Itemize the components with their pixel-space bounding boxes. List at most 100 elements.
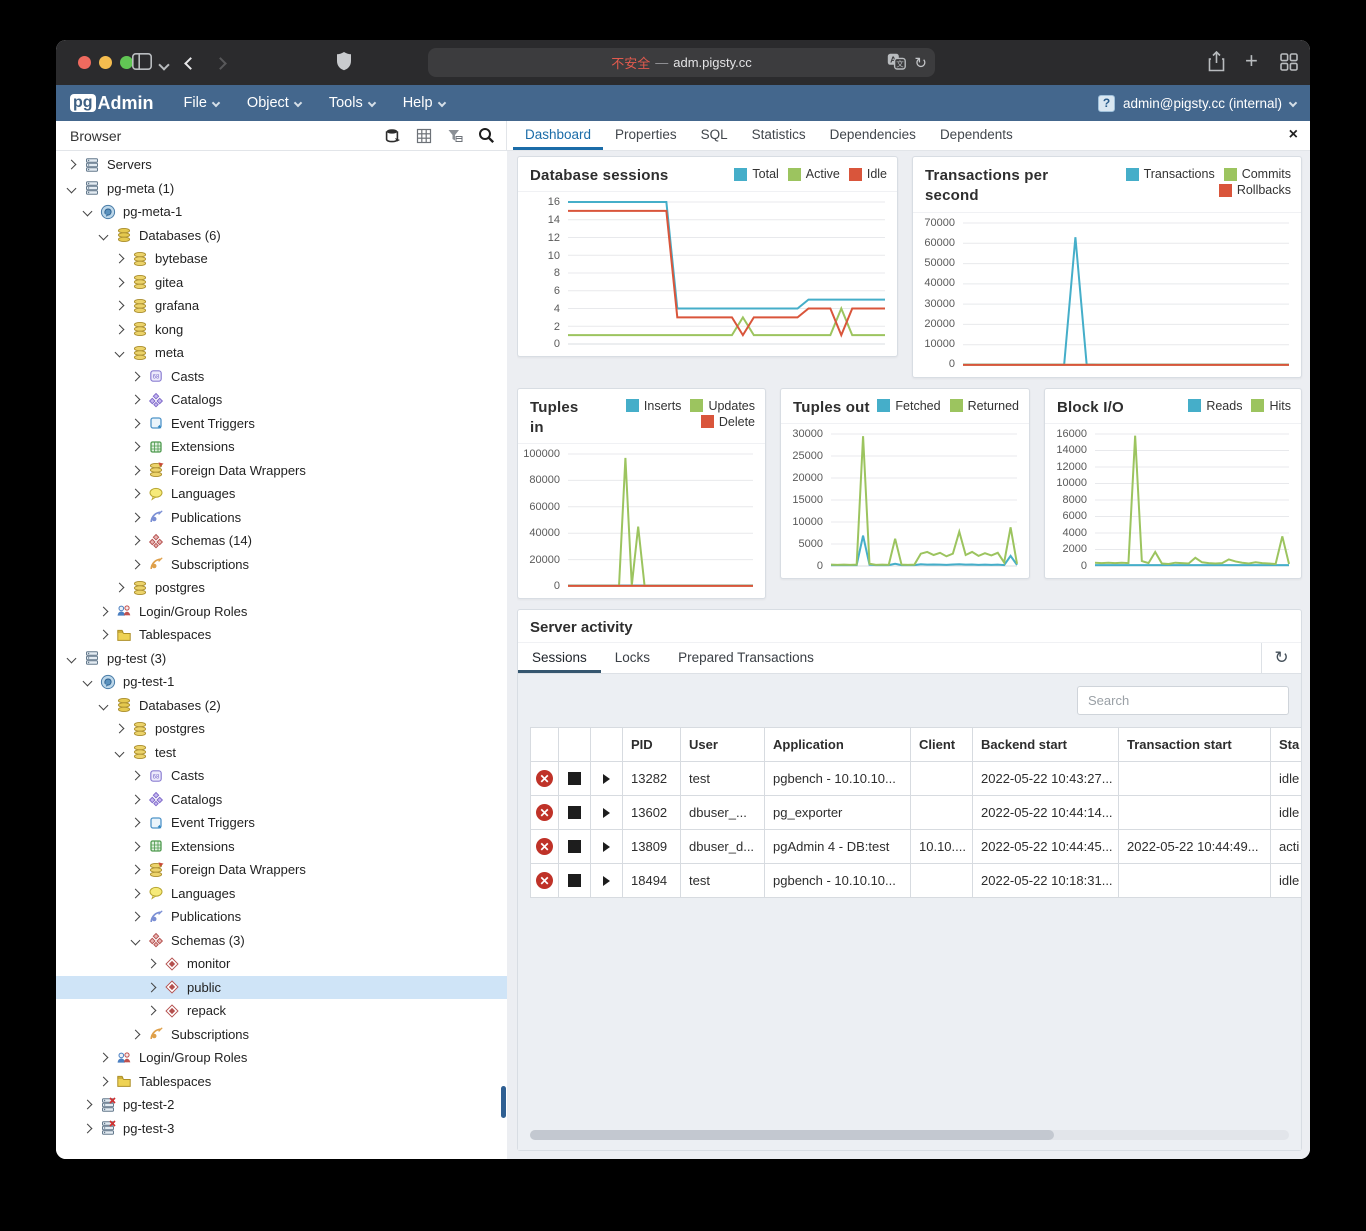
tree-item-extensions[interactable]: Extensions <box>56 835 507 859</box>
tree-item-pg-test-1[interactable]: pg-test-1 <box>56 670 507 694</box>
cancel-session-icon[interactable]: ✕ <box>536 838 553 855</box>
panel-splitter[interactable] <box>507 151 517 1159</box>
chevron-right-icon[interactable] <box>83 1123 93 1133</box>
horizontal-scrollbar[interactable] <box>530 1130 1289 1140</box>
chevron-right-icon[interactable] <box>131 794 141 804</box>
table-row[interactable]: ✕13602dbuser_...pg_exporter2022-05-22 10… <box>531 796 1301 830</box>
chevron-down-icon[interactable] <box>67 183 77 193</box>
tree-scrollbar-thumb[interactable] <box>501 1086 506 1118</box>
chevron-right-icon[interactable] <box>131 371 141 381</box>
user-menu[interactable]: admin@pigsty.cc (internal) <box>1123 96 1282 111</box>
filter-icon[interactable] <box>443 125 467 147</box>
tree-item-pg-meta-1[interactable]: pg-meta-1 <box>56 200 507 224</box>
tree-item-casts[interactable]: 68Casts <box>56 764 507 788</box>
tree-item-meta[interactable]: meta <box>56 341 507 365</box>
tab-sql[interactable]: SQL <box>689 121 740 150</box>
table-row[interactable]: ✕18494testpgbench - 10.10.10...2022-05-2… <box>531 864 1301 898</box>
tree-item-test[interactable]: test <box>56 741 507 765</box>
tree-item-kong[interactable]: kong <box>56 318 507 342</box>
tree-item-pg-test-2[interactable]: pg-test-2 <box>56 1093 507 1117</box>
chevron-right-icon[interactable] <box>147 982 157 992</box>
chevron-right-icon[interactable] <box>115 301 125 311</box>
menu-help[interactable]: Help <box>403 95 445 111</box>
menu-object[interactable]: Object <box>247 95 301 111</box>
tree-item-event-triggers[interactable]: Event Triggers <box>56 412 507 436</box>
chevron-right-icon[interactable] <box>131 559 141 569</box>
tree-item-public[interactable]: public <box>56 976 507 1000</box>
tree-item-event-triggers[interactable]: Event Triggers <box>56 811 507 835</box>
sidebar-chevron-icon[interactable] <box>160 56 168 74</box>
privacy-shield-icon[interactable] <box>336 51 352 76</box>
chevron-right-icon[interactable] <box>131 465 141 475</box>
tree-item-pg-meta-1[interactable]: pg-meta (1) <box>56 177 507 201</box>
tree-item-gitea[interactable]: gitea <box>56 271 507 295</box>
chevron-down-icon[interactable] <box>83 207 93 217</box>
terminate-session-icon[interactable] <box>568 840 581 853</box>
tree-item-repack[interactable]: repack <box>56 999 507 1023</box>
chevron-down-icon[interactable] <box>99 230 109 240</box>
table-row[interactable]: ✕13809dbuser_d...pgAdmin 4 - DB:test10.1… <box>531 830 1301 864</box>
tree-item-login-group-roles[interactable]: Login/Group Roles <box>56 1046 507 1070</box>
chevron-right-icon[interactable] <box>131 512 141 522</box>
translate-icon[interactable]: A文 <box>887 53 906 73</box>
chevron-right-icon[interactable] <box>131 865 141 875</box>
tree-item-bytebase[interactable]: bytebase <box>56 247 507 271</box>
chevron-right-icon[interactable] <box>99 1053 109 1063</box>
tree-item-pg-test-3[interactable]: pg-test (3) <box>56 647 507 671</box>
tree-item-catalogs[interactable]: Catalogs <box>56 788 507 812</box>
chevron-right-icon[interactable] <box>131 395 141 405</box>
chevron-right-icon[interactable] <box>131 536 141 546</box>
chevron-right-icon[interactable] <box>131 888 141 898</box>
reload-icon[interactable]: ↻ <box>914 54 927 72</box>
tree-item-tablespaces[interactable]: Tablespaces <box>56 1070 507 1094</box>
tree-item-databases-6[interactable]: Databases (6) <box>56 224 507 248</box>
expand-row-icon[interactable] <box>603 808 610 818</box>
terminate-session-icon[interactable] <box>568 874 581 887</box>
chevron-right-icon[interactable] <box>131 1029 141 1039</box>
tree-item-subscriptions[interactable]: Subscriptions <box>56 553 507 577</box>
chevron-right-icon[interactable] <box>99 1076 109 1086</box>
forward-icon[interactable] <box>216 55 225 73</box>
tree-item-languages[interactable]: Languages <box>56 482 507 506</box>
tree-item-postgres[interactable]: postgres <box>56 576 507 600</box>
address-bar[interactable]: 不安全 — adm.pigsty.cc A文 ↻ <box>428 48 935 77</box>
horizontal-scrollbar-thumb[interactable] <box>530 1130 1054 1140</box>
help-icon[interactable]: ? <box>1098 95 1115 112</box>
chevron-right-icon[interactable] <box>83 1100 93 1110</box>
search-input[interactable] <box>1077 686 1289 715</box>
activity-tab-prepared-transactions[interactable]: Prepared Transactions <box>664 643 828 673</box>
tree-item-pg-test-3[interactable]: pg-test-3 <box>56 1117 507 1141</box>
chevron-right-icon[interactable] <box>67 160 77 170</box>
tree-item-catalogs[interactable]: Catalogs <box>56 388 507 412</box>
sidebar-toggle-icon[interactable] <box>132 53 152 75</box>
tree-item-postgres[interactable]: postgres <box>56 717 507 741</box>
expand-row-icon[interactable] <box>603 842 610 852</box>
refresh-icon[interactable]: ↻ <box>1261 643 1301 673</box>
expand-row-icon[interactable] <box>603 876 610 886</box>
tab-overview-icon[interactable] <box>1280 53 1298 76</box>
menu-tools[interactable]: Tools <box>329 95 375 111</box>
chevron-down-icon[interactable] <box>115 348 125 358</box>
tree-item-extensions[interactable]: Extensions <box>56 435 507 459</box>
chevron-right-icon[interactable] <box>115 277 125 287</box>
search-icon[interactable] <box>474 125 498 147</box>
chevron-right-icon[interactable] <box>99 630 109 640</box>
chevron-right-icon[interactable] <box>115 254 125 264</box>
chevron-right-icon[interactable] <box>115 583 125 593</box>
chevron-right-icon[interactable] <box>131 818 141 828</box>
tab-dependencies[interactable]: Dependencies <box>818 121 928 150</box>
chevron-right-icon[interactable] <box>115 324 125 334</box>
menu-file[interactable]: File <box>184 95 219 111</box>
chevron-right-icon[interactable] <box>147 1006 157 1016</box>
chevron-right-icon[interactable] <box>131 771 141 781</box>
cancel-session-icon[interactable]: ✕ <box>536 804 553 821</box>
tree-item-publications[interactable]: Publications <box>56 506 507 530</box>
chevron-right-icon[interactable] <box>131 489 141 499</box>
tab-properties[interactable]: Properties <box>603 121 689 150</box>
terminate-session-icon[interactable] <box>568 772 581 785</box>
tree-item-login-group-roles[interactable]: Login/Group Roles <box>56 600 507 624</box>
tree-item-schemas-3[interactable]: Schemas (3) <box>56 929 507 953</box>
grid-view-icon[interactable] <box>412 125 436 147</box>
tab-dependents[interactable]: Dependents <box>928 121 1025 150</box>
chevron-right-icon[interactable] <box>131 418 141 428</box>
